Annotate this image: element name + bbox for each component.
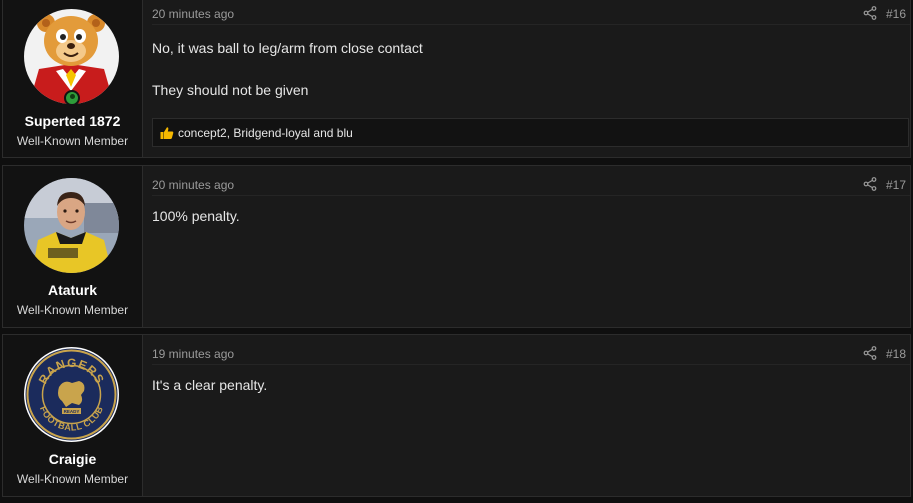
post-author-panel: Ataturk Well-Known Member (3, 166, 143, 327)
message-line: 100% penalty. (152, 208, 240, 224)
message-line: They should not be given (152, 81, 309, 98)
user-title: Well-Known Member (16, 134, 129, 148)
post-timestamp[interactable]: 20 minutes ago (152, 7, 234, 21)
rangers-crest-avatar-icon: RANGERS FOOTBALL CLUB READY (24, 347, 119, 442)
post-16: Superted 1872 Well-Known Member 20 minut… (2, 0, 911, 158)
username[interactable]: Craigie (3, 451, 142, 467)
post-content: 20 minutes ago #17 100% penalty. (143, 166, 910, 327)
reactions-list[interactable]: concept2, Bridgend-loyal and blu (178, 126, 353, 140)
share-icon[interactable] (863, 346, 877, 360)
message-line: It's a clear penalty. (152, 377, 268, 393)
online-status-icon (64, 90, 80, 106)
post-18: RANGERS FOOTBALL CLUB READY Craigie Well… (2, 334, 911, 497)
post-content: 19 minutes ago #18 It's a clear penalty. (143, 335, 910, 496)
share-icon[interactable] (863, 177, 877, 191)
post-author-panel: Superted 1872 Well-Known Member (3, 0, 143, 157)
crest-motto: READY (64, 409, 80, 414)
post-author-panel: RANGERS FOOTBALL CLUB READY Craigie Well… (3, 335, 143, 496)
reactions-bar[interactable]: concept2, Bridgend-loyal and blu (152, 118, 909, 147)
share-icon[interactable] (863, 6, 877, 20)
post-timestamp[interactable]: 20 minutes ago (152, 178, 234, 192)
user-title: Well-Known Member (16, 303, 129, 317)
post-header: 20 minutes ago #16 (152, 4, 910, 25)
avatar[interactable]: RANGERS FOOTBALL CLUB READY (24, 347, 119, 442)
post-timestamp[interactable]: 19 minutes ago (152, 347, 234, 361)
post-header: 20 minutes ago #17 (152, 175, 910, 196)
post-17: Ataturk Well-Known Member 20 minutes ago… (2, 165, 911, 328)
message-line: No, it was ball to leg/arm from close co… (152, 40, 423, 56)
footballer-photo-avatar-icon (24, 178, 119, 273)
post-number-link[interactable]: #17 (886, 178, 910, 192)
thread-posts: Superted 1872 Well-Known Member 20 minut… (0, 0, 913, 503)
thumbs-up-icon (160, 126, 174, 139)
post-content: 20 minutes ago #16 No, it was ball to le… (143, 0, 910, 157)
avatar[interactable] (24, 178, 119, 273)
post-number-link[interactable]: #18 (886, 347, 910, 361)
post-message: No, it was ball to leg/arm from close co… (152, 40, 900, 124)
user-title: Well-Known Member (16, 472, 129, 486)
username[interactable]: Superted 1872 (3, 113, 142, 129)
post-message: 100% penalty. (152, 208, 900, 250)
username[interactable]: Ataturk (3, 282, 142, 298)
post-number-link[interactable]: #16 (886, 7, 910, 21)
post-header: 19 minutes ago #18 (152, 344, 910, 365)
post-message: It's a clear penalty. (152, 377, 900, 419)
